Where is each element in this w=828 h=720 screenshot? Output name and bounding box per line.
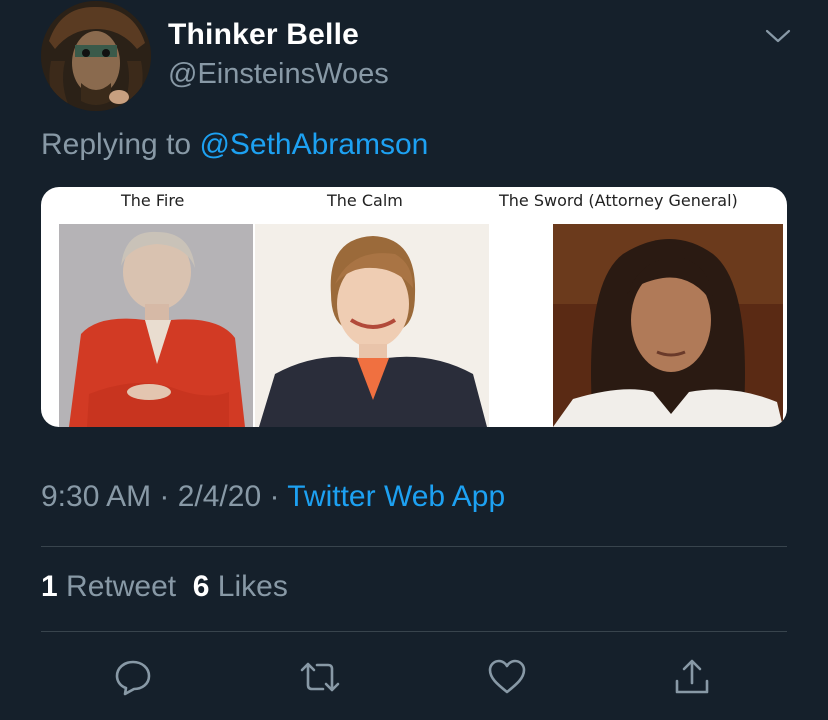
photo-3 <box>553 224 783 427</box>
like-stat[interactable]: 6 Likes <box>193 570 288 603</box>
reply-icon <box>115 660 151 696</box>
photo-2 <box>255 224 489 427</box>
caption-fire: The Fire <box>121 191 185 210</box>
photo-1 <box>59 224 253 427</box>
replying-mention-link[interactable]: @SethAbramson <box>199 128 428 161</box>
like-count: 6 <box>192 570 210 603</box>
chevron-down-icon[interactable] <box>764 22 792 50</box>
caption-sword: The Sword (Attorney General) <box>499 191 738 210</box>
like-icon <box>488 659 526 694</box>
share-button[interactable] <box>669 654 715 700</box>
reply-button[interactable] <box>110 654 156 700</box>
retweet-button[interactable] <box>297 654 343 700</box>
like-button[interactable] <box>484 654 530 700</box>
tweet-source-link[interactable]: Twitter Web App <box>287 480 505 513</box>
caption-calm: The Calm <box>327 191 403 210</box>
avatar[interactable] <box>41 1 151 111</box>
author-name[interactable]: Thinker Belle <box>168 18 359 52</box>
avatar-image <box>41 1 151 111</box>
retweet-count: 1 <box>41 570 58 603</box>
tweet-meta: 9:30 AM · 2/4/20 · Twitter Web App <box>41 480 505 514</box>
retweet-label: Retweet <box>66 570 177 603</box>
divider <box>41 546 787 547</box>
divider <box>41 631 787 632</box>
tweet-image[interactable]: The Fire The Calm The Sword (Attorney Ge… <box>41 187 787 427</box>
tweet-stats: 1 Retweet 6 Likes <box>41 570 288 604</box>
author-handle[interactable]: @EinsteinsWoes <box>168 58 389 91</box>
retweet-stat[interactable]: 1 Retweet <box>41 570 176 603</box>
share-icon <box>675 659 709 694</box>
replying-prefix: Replying to <box>41 128 192 161</box>
tweet-timestamp: 9:30 AM · 2/4/20 · <box>41 480 280 513</box>
retweet-icon <box>300 662 340 692</box>
replying-to: Replying to @SethAbramson <box>41 128 428 162</box>
like-label: Likes <box>217 570 288 603</box>
